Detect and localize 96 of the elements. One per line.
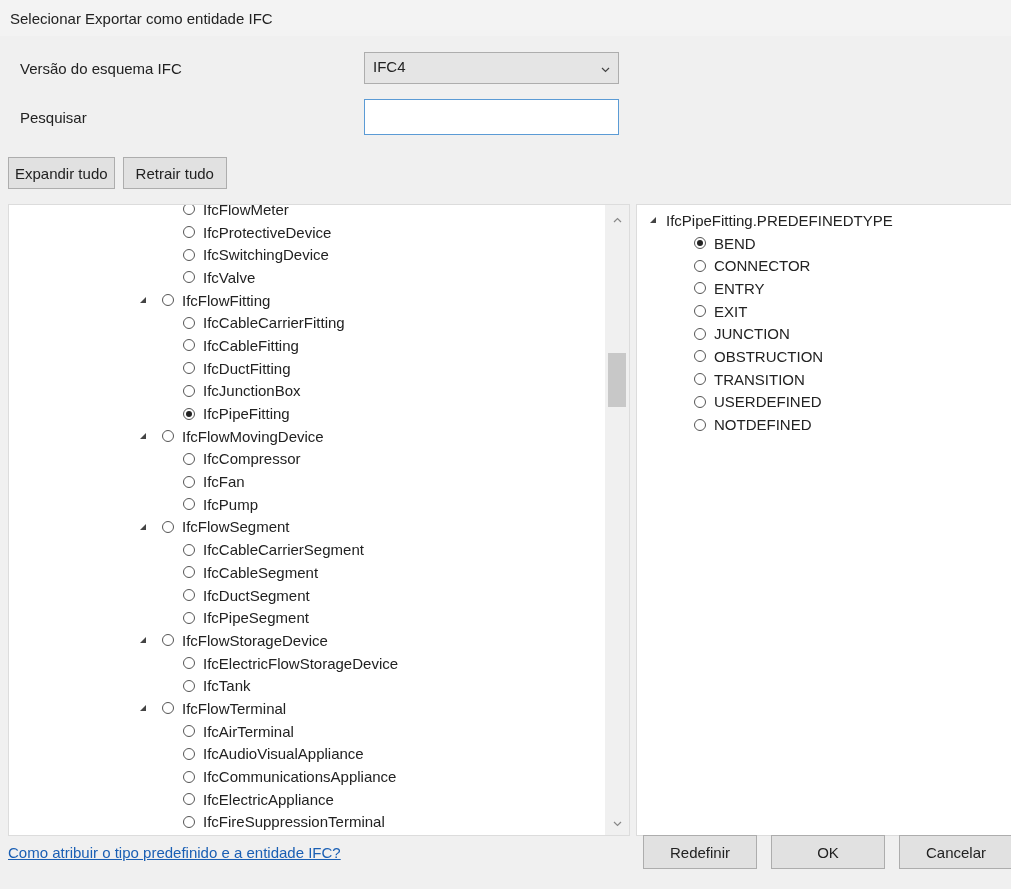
radio-button[interactable] — [183, 316, 195, 329]
radio-button[interactable] — [183, 407, 195, 420]
radio-button[interactable] — [183, 452, 195, 465]
radio-button[interactable] — [183, 657, 195, 670]
tree-item[interactable]: IfcFireSuppressionTerminal — [203, 813, 385, 831]
scrollbar[interactable] — [605, 205, 629, 835]
schema-label: Versão do esquema IFC — [20, 59, 183, 77]
radio-button[interactable] — [694, 259, 706, 272]
window-title: Selecionar Exportar como entidade IFC — [10, 9, 273, 27]
tree-item[interactable]: IfcFan — [203, 473, 245, 491]
tree-item[interactable]: IfcElectricAppliance — [203, 790, 334, 808]
radio-button[interactable] — [183, 589, 195, 602]
radio-button[interactable] — [162, 702, 174, 715]
radio-button[interactable] — [183, 205, 195, 216]
tree-item[interactable]: IfcFlowFitting — [182, 291, 271, 309]
radio-button[interactable] — [183, 498, 195, 511]
tree-item[interactable]: IfcFlowTerminal — [182, 699, 287, 717]
radio-button[interactable] — [694, 418, 706, 431]
dialog-button[interactable]: OK — [771, 835, 885, 869]
scroll-up-icon[interactable] — [613, 217, 622, 223]
radio-button[interactable] — [183, 725, 195, 738]
type-option[interactable]: OBSTRUCTION — [714, 347, 824, 365]
tree-item[interactable]: IfcPump — [203, 495, 259, 513]
expand-arrow-icon[interactable] — [139, 432, 147, 441]
scroll-thumb[interactable] — [608, 353, 626, 407]
tree-item[interactable]: IfcFlowStorageDevice — [182, 631, 328, 649]
radio-button[interactable] — [162, 634, 174, 647]
type-option[interactable]: BEND — [714, 234, 756, 252]
radio-button[interactable] — [183, 770, 195, 783]
radio-button[interactable] — [183, 543, 195, 556]
radio-button[interactable] — [694, 373, 706, 386]
radio-button[interactable] — [694, 282, 706, 295]
radio-button[interactable] — [162, 294, 174, 307]
expand-arrow-icon[interactable] — [139, 636, 147, 645]
radio-button[interactable] — [183, 611, 195, 624]
type-option[interactable]: NOTDEFINED — [714, 416, 812, 434]
radio-button[interactable] — [162, 520, 174, 533]
type-option[interactable]: USERDEFINED — [714, 393, 822, 411]
dialog-button[interactable]: Redefinir — [643, 835, 757, 869]
radio-button[interactable] — [183, 566, 195, 579]
radio-button[interactable] — [183, 384, 195, 397]
radio-button[interactable] — [183, 793, 195, 806]
tree-item[interactable]: IfcDuctFitting — [203, 359, 291, 377]
type-option[interactable]: ENTRY — [714, 279, 765, 297]
radio-button[interactable] — [183, 815, 195, 828]
radio-button[interactable] — [694, 395, 706, 408]
toolbar-button[interactable]: Retrair tudo — [122, 157, 227, 189]
tree-item[interactable]: IfcCableFitting — [203, 336, 299, 354]
radio-button[interactable] — [183, 362, 195, 375]
radio-button[interactable] — [183, 271, 195, 284]
radio-button[interactable] — [183, 248, 195, 261]
expand-arrow-icon[interactable] — [139, 704, 147, 713]
tree-item[interactable]: IfcPipeFitting — [203, 405, 290, 423]
tree-item[interactable]: IfcDuctSegment — [203, 586, 310, 604]
tree-item[interactable]: IfcCompressor — [203, 450, 301, 468]
tree-item[interactable]: IfcCableCarrierFitting — [203, 314, 345, 332]
radio-button[interactable] — [694, 350, 706, 363]
tree-item[interactable]: IfcProtectiveDevice — [203, 223, 332, 241]
scroll-down-icon[interactable] — [613, 821, 622, 827]
type-option[interactable]: JUNCTION — [714, 325, 790, 343]
tree-item[interactable]: IfcCableCarrierSegment — [203, 541, 364, 559]
tree-item[interactable]: IfcTank — [203, 677, 251, 695]
radio-button[interactable] — [694, 327, 706, 340]
help-link[interactable]: Como atribuir o tipo predefinido e a entidade IFC? — [8, 843, 341, 861]
type-option[interactable]: CONNECTOR — [714, 257, 811, 275]
search-label: Pesquisar — [20, 108, 88, 126]
search-field[interactable] — [364, 99, 619, 135]
radio-button[interactable] — [694, 305, 706, 318]
radio-button[interactable] — [183, 339, 195, 352]
tree-item[interactable]: IfcCommunicationsAppliance — [203, 768, 397, 786]
dialog-button[interactable]: Cancelar — [899, 835, 1011, 869]
chevron-down-icon — [601, 67, 610, 73]
radio-button[interactable] — [183, 475, 195, 488]
tree-item[interactable]: IfcSwitchingDevice — [203, 246, 329, 264]
expand-arrow-icon[interactable] — [649, 216, 657, 225]
expand-arrow-icon[interactable] — [139, 296, 147, 305]
type-option[interactable]: EXIT — [714, 302, 748, 320]
radio-button[interactable] — [183, 679, 195, 692]
type-option[interactable]: TRANSITION — [714, 370, 805, 388]
tree-item[interactable]: IfcJunctionBox — [203, 382, 301, 400]
tree-item[interactable]: IfcValve — [203, 268, 256, 286]
tree-item[interactable]: IfcFlowMovingDevice — [182, 427, 324, 445]
toolbar-button[interactable]: Expandir tudo — [8, 157, 115, 189]
radio-button[interactable] — [183, 226, 195, 239]
tree-item[interactable]: IfcAirTerminal — [203, 722, 294, 740]
expand-arrow-icon[interactable] — [139, 522, 147, 531]
tree-item[interactable]: IfcPipeSegment — [203, 609, 309, 627]
tree-item[interactable]: IfcFlowSegment — [182, 518, 290, 536]
radio-button[interactable] — [694, 237, 706, 250]
radio-button[interactable] — [162, 430, 174, 443]
schema-dropdown[interactable]: IFC4 — [364, 52, 619, 84]
tree-item[interactable]: IfcElectricFlowStorageDevice — [203, 654, 399, 672]
tree-item[interactable]: IfcCableSegment — [203, 563, 319, 581]
tree-item[interactable]: IfcPipeFitting.PREDEFINEDTYPE — [666, 211, 893, 229]
radio-button[interactable] — [183, 747, 195, 760]
tree-item[interactable]: IfcAudioVisualAppliance — [203, 745, 364, 763]
